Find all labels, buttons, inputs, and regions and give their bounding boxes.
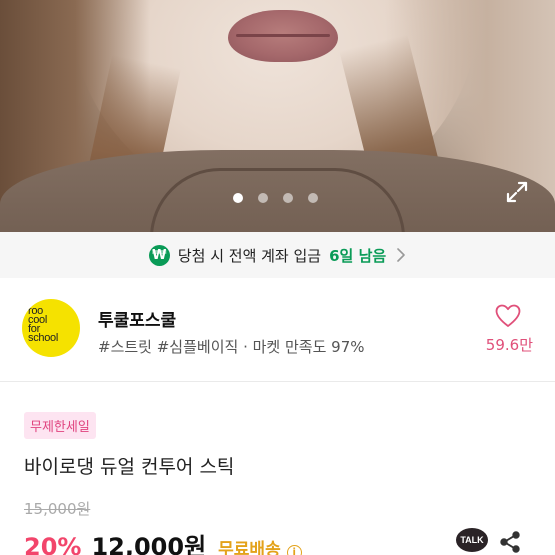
discount-rate: 20% — [24, 533, 82, 555]
carousel-dot[interactable] — [308, 193, 318, 203]
carousel-indicator — [233, 193, 318, 203]
share-icon[interactable] — [498, 530, 522, 554]
promo-deadline: 6일 남음 — [329, 246, 387, 265]
carousel-dot[interactable] — [283, 193, 293, 203]
sale-badge: 무제한세일 — [24, 412, 96, 439]
logo-line: school — [28, 332, 58, 344]
product-photo-lips — [228, 10, 338, 62]
shop-tags: #스트릿 #심플베이직 · 마켓 만족도 97% — [98, 338, 365, 356]
shop-info[interactable]: roo cool for school 투쿨포스쿨 #스트릿 #심플베이직 · … — [0, 278, 555, 382]
shop-name[interactable]: 투쿨포스쿨 — [98, 306, 176, 331]
free-shipping-label: 무료배송 — [218, 540, 281, 555]
original-price: 15,000원 — [24, 500, 91, 518]
carousel-dot-active[interactable] — [233, 193, 243, 203]
product-title: 바이로댕 듀얼 컨투어 스틱 — [24, 456, 235, 478]
expand-icon[interactable] — [505, 180, 529, 204]
price-row: 20% 12,000원 무료배송 i — [24, 527, 302, 555]
product-image-carousel[interactable] — [0, 0, 555, 232]
shop-logo-text: roo cool for school — [28, 306, 76, 344]
carousel-dot[interactable] — [258, 193, 268, 203]
heart-icon[interactable] — [495, 304, 521, 328]
sale-price: 12,000원 — [91, 533, 207, 555]
chevron-right-icon — [397, 248, 405, 262]
shop-logo[interactable]: roo cool for school — [22, 299, 80, 357]
promo-text: 당첨 시 전액 계좌 입금 — [177, 246, 322, 265]
promo-banner[interactable]: ₩ 당첨 시 전액 계좌 입금 6일 남음 — [0, 232, 555, 278]
won-icon: ₩ — [148, 244, 170, 266]
info-icon[interactable]: i — [286, 545, 302, 555]
like-count: 59.6만 — [485, 336, 533, 354]
kakaotalk-icon[interactable]: TALK — [456, 528, 488, 552]
